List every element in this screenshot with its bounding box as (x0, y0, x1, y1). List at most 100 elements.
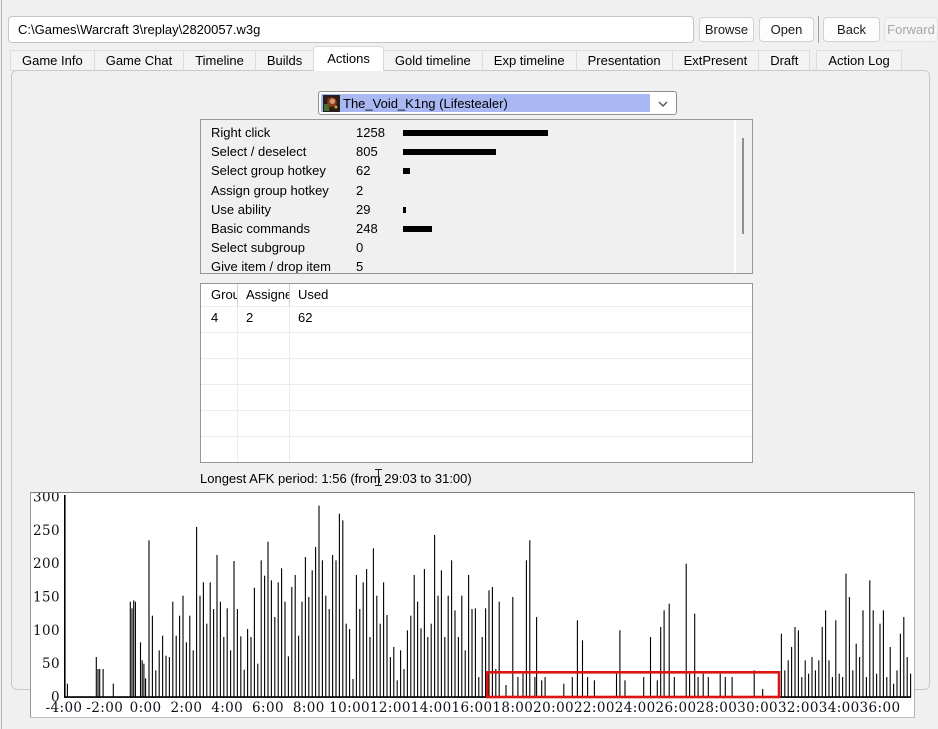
tab-game-chat[interactable]: Game Chat (93, 50, 185, 71)
action-stat-row-use-ability: Use ability 29 (201, 200, 752, 219)
apm-bar (787, 660, 789, 697)
apm-bar (660, 627, 662, 697)
stat-value: 5 (356, 259, 364, 274)
apm-bar (753, 670, 755, 697)
column-header-group[interactable]: Group (201, 284, 238, 307)
apm-bar (451, 560, 453, 697)
table-cell (201, 411, 238, 437)
apm-bar (563, 683, 565, 697)
apm-bar (277, 582, 279, 697)
apm-bar (133, 600, 135, 697)
apm-bar (383, 582, 385, 697)
apm-bar (624, 680, 626, 697)
table-cell (201, 359, 238, 385)
apm-bar (427, 637, 429, 697)
apm-bar (576, 620, 578, 697)
apm-bar (162, 635, 164, 697)
apm-bar (534, 677, 536, 697)
apm-bar (328, 609, 330, 697)
apm-bar (182, 595, 184, 697)
apm-bar (189, 615, 191, 697)
apm-bar (226, 608, 228, 697)
apm-bar (209, 582, 211, 697)
apm-bar (838, 673, 840, 697)
apm-bar (131, 608, 133, 697)
stat-bar (403, 149, 496, 156)
selected-player-label: The_Void_K1ng (Lifestealer) (343, 95, 508, 111)
tab-draft[interactable]: Draft (758, 50, 811, 71)
tab-extpresent[interactable]: ExtPresent (671, 50, 760, 71)
stat-label: Give item / drop item (211, 259, 331, 274)
apm-bar (673, 677, 675, 697)
apm-bar (525, 560, 527, 697)
apm-bar (420, 628, 422, 697)
browse-button[interactable]: Browse (699, 17, 754, 42)
apm-bar (491, 587, 493, 697)
tab-timeline[interactable]: Timeline (183, 50, 256, 71)
apm-bar (247, 629, 249, 697)
apm-bar (342, 520, 344, 697)
table-row[interactable]: 4 2 62 (201, 307, 752, 333)
apm-bar (362, 582, 364, 697)
y-tick-label: 50 (42, 656, 60, 672)
replay-path-input[interactable] (8, 16, 694, 43)
tab-game-info[interactable]: Game Info (10, 50, 95, 71)
tab-action-log[interactable]: Action Log (816, 50, 902, 71)
hero-portrait-icon (323, 94, 340, 112)
apm-bar (250, 637, 252, 697)
apm-bar (447, 595, 449, 697)
tab-gold-timeline[interactable]: Gold timeline (382, 50, 483, 71)
apm-bar (906, 657, 908, 697)
x-tick-label: 12:00 (370, 700, 411, 716)
apm-bar (835, 620, 837, 697)
ibeam-cursor (374, 469, 383, 486)
apm-bar (196, 527, 198, 697)
afk-highlight-box (485, 671, 781, 699)
apm-bar (440, 570, 442, 697)
tab-builds[interactable]: Builds (254, 50, 315, 71)
x-tick-label: -4:00 (46, 700, 83, 716)
table-empty-row (201, 333, 752, 359)
y-tick-label: 200 (33, 556, 60, 572)
apm-bar (471, 609, 473, 697)
table-cell (290, 411, 752, 437)
stat-label: Right click (211, 125, 271, 140)
apm-bar (172, 601, 174, 697)
table-cell: 2 (238, 307, 290, 333)
tab-actions[interactable]: Actions (313, 46, 384, 71)
apm-bar (685, 563, 687, 697)
apm-bar (828, 660, 830, 697)
action-stat-row-assign-group-hotkey: Assign group hotkey 2 (201, 181, 752, 200)
apm-bar (216, 555, 218, 697)
tab-presentation[interactable]: Presentation (575, 50, 673, 71)
scrollbar-thumb[interactable] (742, 138, 744, 234)
forward-button-disabled[interactable]: Forward (884, 17, 938, 42)
tab-exp-timeline[interactable]: Exp timeline (481, 50, 577, 71)
player-select-combobox[interactable]: The_Void_K1ng (Lifestealer) (318, 91, 677, 115)
apm-bar (541, 680, 543, 697)
apm-bar (379, 623, 381, 697)
apm-bar (855, 643, 857, 697)
apm-bar (400, 650, 402, 697)
column-header-used[interactable]: Used (290, 284, 752, 307)
open-button[interactable]: Open (759, 17, 814, 42)
apm-bar (298, 635, 300, 697)
group-hotkey-table: GroupAssignedUsed4262 (200, 283, 753, 463)
apm-bar (903, 617, 905, 697)
apm-bar (236, 609, 238, 697)
apm-bar (335, 560, 337, 697)
chevron-down-icon (658, 101, 668, 107)
stat-value: 62 (356, 163, 371, 179)
apm-bar (879, 623, 881, 697)
apm-bar (294, 575, 296, 697)
apm-bar (403, 669, 405, 697)
apm-bar (825, 610, 827, 697)
apm-bar (366, 569, 368, 697)
apm-bar (230, 650, 232, 697)
column-header-assigned[interactable]: Assigned (238, 284, 290, 307)
table-empty-row (201, 385, 752, 411)
apm-bar (386, 615, 388, 697)
stat-value: 2 (356, 182, 364, 198)
apm-bar (649, 637, 652, 697)
back-button[interactable]: Back (823, 17, 880, 42)
